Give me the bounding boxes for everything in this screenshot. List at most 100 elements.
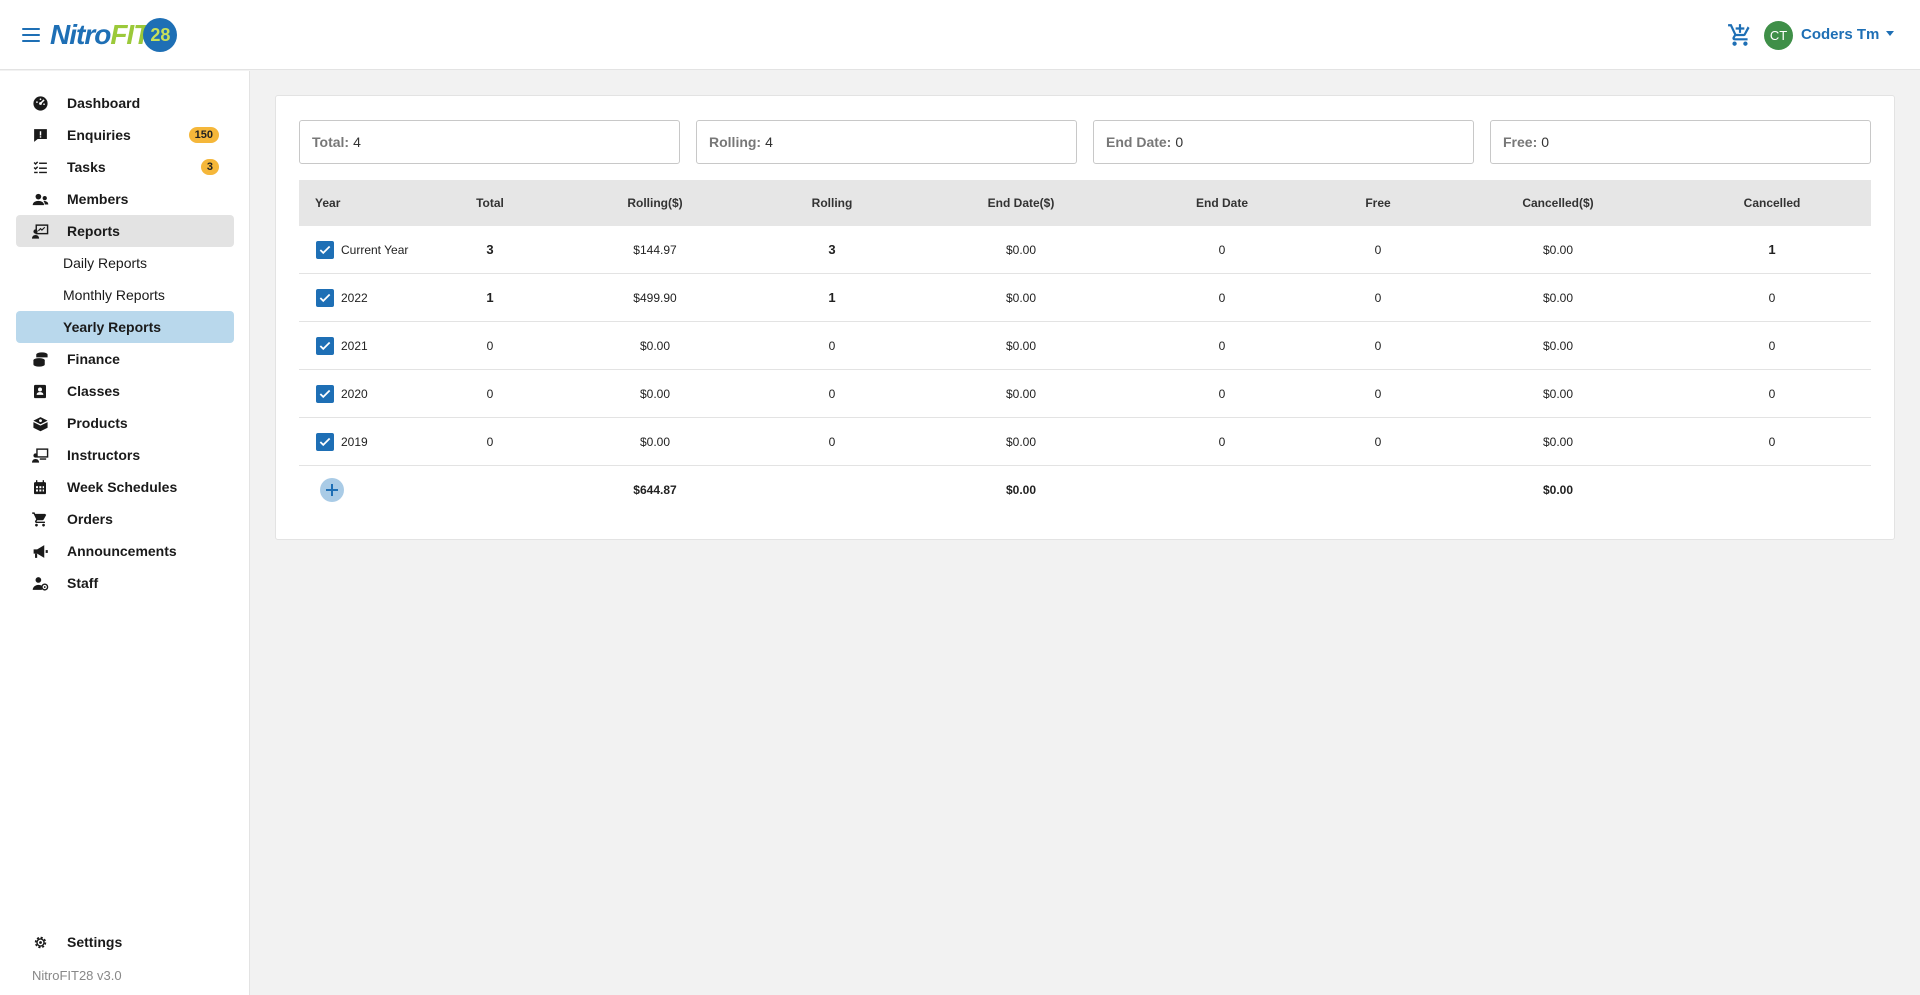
cell-total: 1 bbox=[486, 290, 494, 305]
table-header: Year Total Rolling($) Rolling End Date($… bbox=[299, 180, 1871, 226]
sidebar-item-tasks[interactable]: Tasks 3 bbox=[16, 151, 234, 183]
cell-cancelled: 0 bbox=[1768, 387, 1776, 401]
user-name[interactable]: Coders Tm bbox=[1801, 26, 1879, 43]
calendar-icon bbox=[30, 477, 50, 497]
cell-total: 0 bbox=[486, 339, 494, 353]
cart-icon bbox=[30, 509, 50, 529]
column-header-rolling[interactable]: Rolling bbox=[812, 180, 853, 226]
stat-free-field[interactable]: Free: 0 bbox=[1490, 120, 1871, 164]
cell-cancelled: 1 bbox=[1768, 242, 1776, 257]
cell-end-date: 0 bbox=[1218, 339, 1226, 353]
column-header-rolling-usd[interactable]: Rolling($) bbox=[627, 180, 682, 226]
sidebar-item-staff[interactable]: Staff bbox=[16, 567, 234, 599]
sidebar-item-label: Staff bbox=[67, 575, 99, 591]
column-header-end-date-usd[interactable]: End Date($) bbox=[988, 180, 1055, 226]
column-header-cancelled[interactable]: Cancelled bbox=[1744, 180, 1801, 226]
table-totals-row: $644.87 $0.00 $0.00 bbox=[299, 466, 1871, 514]
total-rolling-usd: $644.87 bbox=[633, 483, 677, 497]
sidebar-item-daily-reports[interactable]: Daily Reports bbox=[16, 247, 234, 279]
cell-rolling: 0 bbox=[828, 387, 836, 401]
cell-year: 2020 bbox=[341, 387, 368, 401]
sidebar-item-week-schedules[interactable]: Week Schedules bbox=[16, 471, 234, 503]
stat-value: 4 bbox=[765, 134, 773, 150]
row-checkbox[interactable] bbox=[316, 385, 334, 403]
column-header-cancelled-usd[interactable]: Cancelled($) bbox=[1522, 180, 1593, 226]
cell-free: 0 bbox=[1374, 435, 1382, 449]
cell-total: 0 bbox=[486, 435, 494, 449]
column-header-year[interactable]: Year bbox=[315, 180, 340, 226]
logo-badge-28: 28 bbox=[143, 18, 178, 52]
finance-icon bbox=[30, 349, 50, 369]
sidebar-item-products[interactable]: Products bbox=[16, 407, 234, 439]
stat-end-date-field[interactable]: End Date: 0 bbox=[1093, 120, 1474, 164]
sidebar-item-label: Monthly Reports bbox=[63, 287, 165, 303]
cell-cancelled-usd: $0.00 bbox=[1542, 387, 1574, 401]
cell-rolling: 0 bbox=[828, 435, 836, 449]
cell-year: 2019 bbox=[341, 435, 368, 449]
staff-icon bbox=[30, 573, 50, 593]
sidebar-item-orders[interactable]: Orders bbox=[16, 503, 234, 535]
products-icon bbox=[30, 413, 50, 433]
table-row: 2019 0 $0.00 0 $0.00 0 0 $0.00 0 bbox=[299, 418, 1871, 466]
cell-rolling-usd: $0.00 bbox=[639, 435, 671, 449]
sidebar-item-dashboard[interactable]: Dashboard bbox=[16, 87, 234, 119]
row-checkbox[interactable] bbox=[316, 433, 334, 451]
sidebar-item-instructors[interactable]: Instructors bbox=[16, 439, 234, 471]
enquiries-icon bbox=[30, 125, 50, 145]
cell-end-date-usd: $0.00 bbox=[1005, 387, 1037, 401]
cell-rolling-usd: $0.00 bbox=[639, 387, 671, 401]
cell-total: 0 bbox=[486, 387, 494, 401]
sidebar-item-label: Classes bbox=[67, 383, 120, 399]
stat-total-field[interactable]: Total: 4 bbox=[299, 120, 680, 164]
cell-cancelled: 0 bbox=[1768, 291, 1776, 305]
total-end-date-usd: $0.00 bbox=[1005, 483, 1037, 497]
cell-rolling-usd: $499.90 bbox=[633, 291, 677, 305]
cell-cancelled-usd: $0.00 bbox=[1542, 339, 1574, 353]
sidebar-item-finance[interactable]: Finance bbox=[16, 343, 234, 375]
stat-label: Free: bbox=[1503, 134, 1538, 150]
table-row: 2022 1 $499.90 1 $0.00 0 0 $0.00 0 bbox=[299, 274, 1871, 322]
cell-cancelled: 0 bbox=[1768, 435, 1776, 449]
sidebar-item-classes[interactable]: Classes bbox=[16, 375, 234, 407]
sidebar-item-enquiries[interactable]: Enquiries 150 bbox=[16, 119, 234, 151]
cell-cancelled-usd: $0.00 bbox=[1542, 435, 1574, 449]
table-row: Current Year 3 $144.97 3 $0.00 0 0 $0.00 1 bbox=[299, 226, 1871, 274]
avatar[interactable]: CT bbox=[1764, 21, 1793, 50]
column-header-free[interactable]: Free bbox=[1365, 180, 1390, 226]
sidebar-item-label: Dashboard bbox=[67, 95, 141, 111]
cell-year: Current Year bbox=[341, 243, 409, 257]
cell-rolling-usd: $0.00 bbox=[639, 339, 671, 353]
column-header-total[interactable]: Total bbox=[476, 180, 504, 226]
table-row: 2020 0 $0.00 0 $0.00 0 0 $0.00 0 bbox=[299, 370, 1871, 418]
sidebar-item-yearly-reports[interactable]: Yearly Reports bbox=[16, 311, 234, 343]
row-checkbox[interactable] bbox=[316, 241, 334, 259]
sidebar-item-announcements[interactable]: Announcements bbox=[16, 535, 234, 567]
sidebar-item-label: Products bbox=[67, 415, 128, 431]
stat-rolling-field[interactable]: Rolling: 4 bbox=[696, 120, 1077, 164]
sidebar-item-monthly-reports[interactable]: Monthly Reports bbox=[16, 279, 234, 311]
sidebar-item-label: Yearly Reports bbox=[63, 319, 162, 335]
cell-free: 0 bbox=[1374, 243, 1382, 257]
shopping-cart-icon[interactable] bbox=[1727, 22, 1753, 48]
cell-year: 2022 bbox=[341, 291, 368, 305]
add-icon[interactable] bbox=[320, 478, 344, 502]
sidebar-item-members[interactable]: Members bbox=[16, 183, 234, 215]
cell-total: 3 bbox=[486, 242, 494, 257]
row-checkbox[interactable] bbox=[316, 337, 334, 355]
column-header-end-date[interactable]: End Date bbox=[1196, 180, 1248, 226]
total-cancelled-usd: $0.00 bbox=[1542, 483, 1574, 497]
menu-icon[interactable] bbox=[20, 22, 42, 48]
stat-label: Total: bbox=[312, 134, 350, 150]
chevron-down-icon[interactable] bbox=[1886, 31, 1894, 36]
stat-label: End Date: bbox=[1106, 134, 1172, 150]
sidebar-item-label: Members bbox=[67, 191, 129, 207]
row-checkbox[interactable] bbox=[316, 289, 334, 307]
cell-rolling: 3 bbox=[828, 242, 836, 257]
top-bar: Nitro FIT 28 CT Coders Tm bbox=[0, 0, 1920, 70]
sidebar-item-reports[interactable]: Reports bbox=[16, 215, 234, 247]
app-logo[interactable]: Nitro FIT 28 bbox=[50, 18, 178, 52]
sidebar-item-settings[interactable]: Settings bbox=[16, 926, 234, 958]
cell-cancelled: 0 bbox=[1768, 339, 1776, 353]
cell-end-date-usd: $0.00 bbox=[1005, 435, 1037, 449]
sidebar-item-label: Week Schedules bbox=[67, 479, 178, 495]
